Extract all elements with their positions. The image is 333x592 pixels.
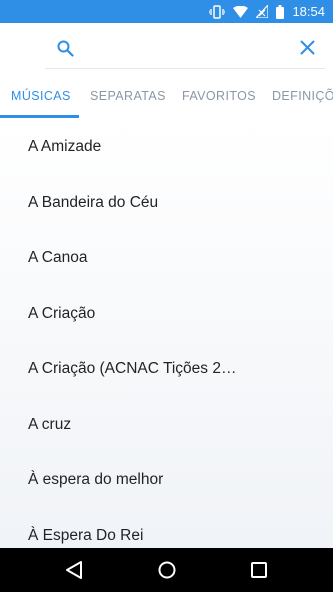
list-item[interactable]: A Amizade xyxy=(0,119,276,175)
back-icon[interactable] xyxy=(64,560,84,585)
tab-musicas[interactable]: MÚSICAS xyxy=(11,74,71,119)
list-item[interactable]: A Criação (ACNAC Tições 2… xyxy=(0,341,276,397)
tab-separatas[interactable]: SEPARATAS xyxy=(90,74,166,119)
status-time: 18:54 xyxy=(292,4,325,19)
list-item[interactable]: A Bandeira do Céu xyxy=(0,175,276,231)
active-tab-indicator xyxy=(0,115,79,118)
list-item[interactable]: A cruz xyxy=(0,397,276,453)
status-bar: 18:54 xyxy=(0,0,333,23)
list-item[interactable]: A Criação xyxy=(0,286,276,342)
tab-favoritos[interactable]: FAVORITOS xyxy=(182,74,256,119)
search-input[interactable] xyxy=(82,37,286,61)
list-item[interactable]: À espera do melhor xyxy=(0,452,276,508)
navigation-bar xyxy=(0,548,333,592)
list-item[interactable]: À Espera Do Rei xyxy=(0,508,276,549)
search-underline xyxy=(45,68,325,69)
close-icon[interactable] xyxy=(300,40,315,60)
no-signal-icon xyxy=(256,5,269,18)
recents-icon[interactable] xyxy=(249,560,269,585)
vibrate-icon xyxy=(209,4,226,19)
wifi-icon xyxy=(233,5,249,18)
search-icon[interactable] xyxy=(57,40,74,62)
home-icon[interactable] xyxy=(157,560,177,585)
list-item[interactable]: A Canoa xyxy=(0,230,276,286)
song-list[interactable]: A Amizade A Bandeira do Céu A Canoa A Cr… xyxy=(0,119,333,548)
search-bar xyxy=(0,23,333,74)
tab-definicoes[interactable]: DEFINIÇÕES xyxy=(272,74,333,119)
tab-bar: MÚSICAS SEPARATAS FAVORITOS DEFINIÇÕES xyxy=(0,74,333,120)
battery-icon xyxy=(276,4,285,19)
